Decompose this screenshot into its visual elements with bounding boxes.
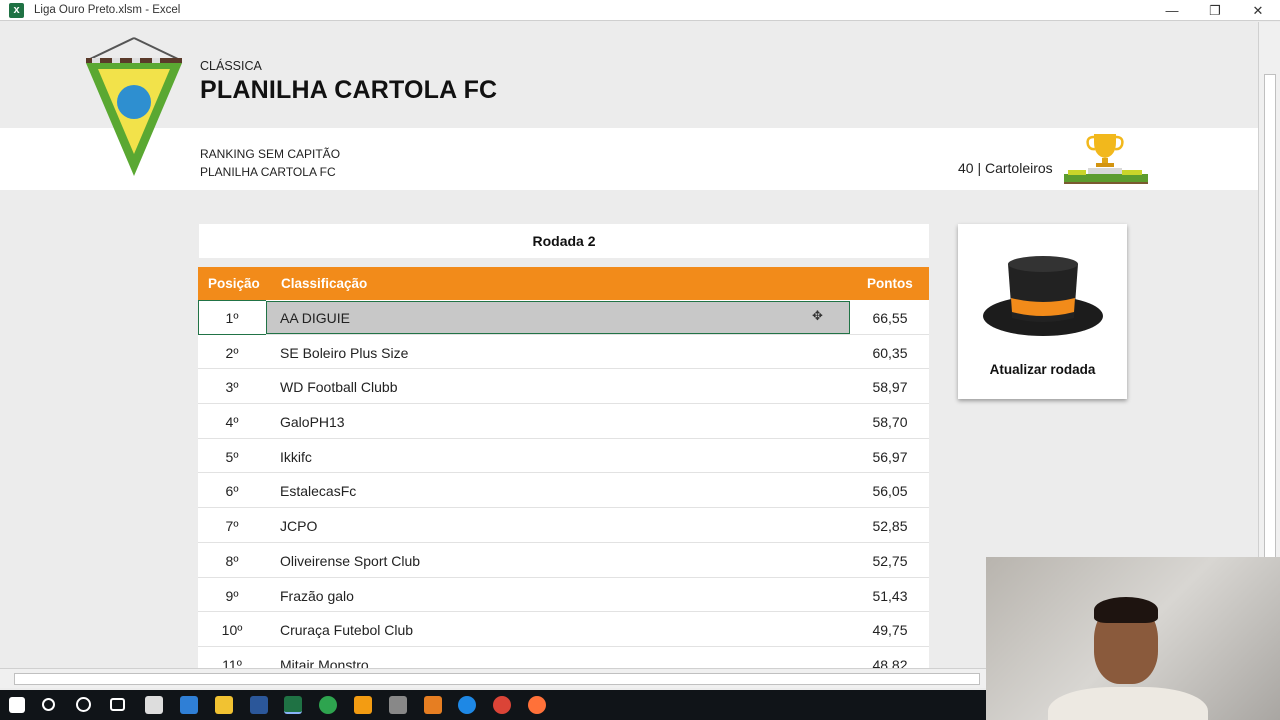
excel-icon: x: [9, 3, 24, 18]
ranking-subtitle: RANKING SEM CAPITÃO: [200, 147, 341, 161]
green-app-icon[interactable]: [319, 696, 337, 714]
row-name: Cruraça Futebol Club: [280, 622, 414, 639]
row-points: 48,82: [872, 656, 908, 668]
row-points: 56,97: [872, 448, 908, 465]
row-position: 7º: [225, 518, 239, 535]
mail-icon[interactable]: [180, 696, 198, 714]
horizontal-scroll-thumb[interactable]: [14, 673, 980, 685]
update-round-label: Atualizar rodada: [989, 362, 1096, 377]
edge-icon[interactable]: [458, 696, 476, 714]
table-row[interactable]: 7º JCPO 52,85: [198, 508, 929, 543]
search-icon[interactable]: [42, 698, 55, 711]
webcam-overlay: [986, 557, 1280, 720]
ranking-table: Posição Classificação Pontos 1º AA DIGUI…: [198, 267, 929, 668]
row-points: 60,35: [872, 344, 908, 361]
row-name: EstalecasFc: [280, 483, 357, 500]
close-button[interactable]: ✕: [1238, 0, 1278, 21]
person-body: [1048, 687, 1208, 720]
row-name: Frazão galo: [280, 587, 354, 604]
table-row[interactable]: 8º Oliveirense Sport Club 52,75: [198, 542, 929, 578]
window-title: Liga Ouro Preto.xlsm - Excel: [34, 4, 181, 16]
row-position: 1º: [225, 310, 239, 326]
sublime-icon[interactable]: [424, 696, 442, 714]
row-points: 66,55: [872, 310, 908, 326]
row-points: 58,97: [872, 379, 908, 396]
row-name: Mitair Monstro: [280, 656, 369, 668]
table-row[interactable]: 11º Mitair Monstro 48,82: [198, 646, 929, 668]
excel-taskbar-icon[interactable]: [284, 696, 302, 714]
row-position: 11º: [222, 656, 242, 668]
row-name: Oliveirense Sport Club: [280, 552, 421, 569]
table-row[interactable]: 6º EstalecasFc 56,05: [198, 473, 929, 509]
row-position: 3º: [225, 379, 239, 396]
row-points: 58,70: [872, 414, 908, 431]
cortana-icon[interactable]: [76, 697, 91, 712]
minimize-button[interactable]: —: [1152, 0, 1192, 21]
row-position: 4º: [225, 414, 239, 431]
round-label: Rodada 2: [199, 224, 929, 258]
row-points: 49,75: [872, 622, 908, 639]
title-bar: x Liga Ouro Preto.xlsm - Excel — ❐ ✕: [0, 0, 1280, 21]
row-position: 2º: [225, 344, 239, 361]
file-explorer-icon[interactable]: [215, 696, 233, 714]
row-points: 51,43: [872, 587, 908, 604]
table-row[interactable]: 1º AA DIGUIE 66,55 ✥: [198, 300, 929, 335]
row-name: WD Football Clubb: [280, 379, 398, 396]
row-position: 5º: [225, 448, 239, 465]
table-row[interactable]: 9º Frazão galo 51,43: [198, 577, 929, 613]
page-title: PLANILHA CARTOLA FC: [200, 76, 498, 104]
header-classification: Classificação: [281, 276, 368, 291]
trophy-podium-icon: [1064, 134, 1148, 184]
row-name: JCPO: [280, 518, 318, 535]
category-label: CLÁSSICA: [200, 59, 262, 73]
row-points: 52,85: [872, 518, 908, 535]
store-icon[interactable]: [145, 696, 163, 714]
windows-start-icon[interactable]: [9, 697, 25, 713]
table-row[interactable]: 4º GaloPH13 58,70: [198, 404, 929, 439]
row-points: 52,75: [872, 552, 908, 569]
row-name: SE Boleiro Plus Size: [280, 344, 409, 361]
row-position: 8º: [225, 552, 239, 569]
pennant-logo-icon: [86, 37, 182, 176]
orange-app-icon[interactable]: [354, 696, 372, 714]
row-name: GaloPH13: [280, 414, 345, 431]
table-row[interactable]: 3º WD Football Clubb 58,97: [198, 369, 929, 405]
selected-name-cell[interactable]: [266, 301, 850, 334]
row-position: 10º: [221, 622, 243, 639]
word-icon[interactable]: [250, 696, 268, 714]
update-round-button[interactable]: Atualizar rodada: [958, 224, 1127, 399]
row-points: 56,05: [872, 483, 908, 500]
table-header: Posição Classificação Pontos: [198, 267, 929, 300]
spreadsheet-subtitle: PLANILHA CARTOLA FC: [200, 165, 336, 179]
table-row[interactable]: 2º SE Boleiro Plus Size 60,35: [198, 334, 929, 370]
grey-app-icon[interactable]: [389, 696, 407, 714]
players-count: 40 | Cartoleiros: [958, 160, 1053, 176]
chrome-icon[interactable]: [493, 696, 511, 714]
top-hat-icon: [983, 256, 1103, 336]
row-name: Ikkifc: [280, 448, 312, 465]
restore-button[interactable]: ❐: [1195, 0, 1235, 21]
row-position: 6º: [225, 483, 239, 500]
header-points: Pontos: [867, 276, 913, 291]
header-position: Posição: [208, 276, 260, 291]
firefox-icon[interactable]: [528, 696, 546, 714]
person-hair: [1094, 597, 1158, 623]
table-row[interactable]: 10º Cruraça Futebol Club 49,75: [198, 612, 929, 647]
row-position: 9º: [225, 587, 239, 604]
row-name: AA DIGUIE: [280, 310, 351, 326]
cursor-move-icon: ✥: [812, 308, 823, 323]
task-view-icon[interactable]: [110, 698, 125, 711]
table-row[interactable]: 5º Ikkifc 56,97: [198, 438, 929, 474]
